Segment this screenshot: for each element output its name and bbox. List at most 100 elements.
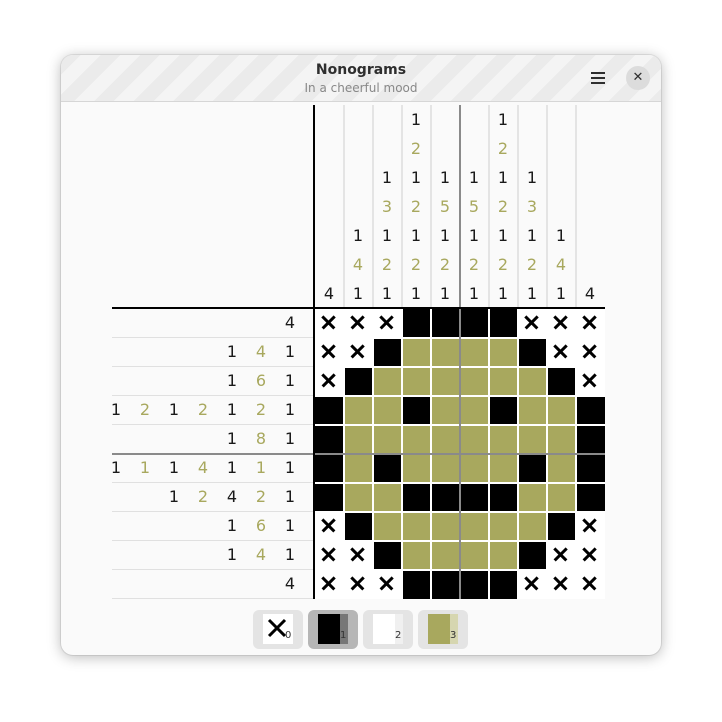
grid-cell[interactable] — [344, 454, 373, 483]
grid-cell[interactable] — [402, 425, 431, 454]
grid-cell[interactable] — [489, 396, 518, 425]
grid-cell[interactable] — [576, 454, 605, 483]
grid-cell[interactable] — [431, 454, 460, 483]
grid-cell[interactable] — [373, 570, 402, 599]
grid-cell[interactable] — [547, 483, 576, 512]
palette-black-button[interactable]: 1 — [308, 610, 358, 649]
grid-cell[interactable] — [315, 367, 344, 396]
grid-cell[interactable] — [344, 483, 373, 512]
grid-cell[interactable] — [489, 512, 518, 541]
grid-cell[interactable] — [547, 367, 576, 396]
grid-cell[interactable] — [431, 425, 460, 454]
grid-cell[interactable] — [460, 367, 489, 396]
grid-cell[interactable] — [344, 541, 373, 570]
grid-cell[interactable] — [315, 512, 344, 541]
grid-cell[interactable] — [518, 483, 547, 512]
grid-cell[interactable] — [315, 309, 344, 338]
grid-cell[interactable] — [402, 338, 431, 367]
grid-cell[interactable] — [373, 367, 402, 396]
grid-cell[interactable] — [315, 454, 344, 483]
grid-cell[interactable] — [489, 367, 518, 396]
grid-cell[interactable] — [315, 396, 344, 425]
grid-cell[interactable] — [402, 396, 431, 425]
grid-cell[interactable] — [460, 541, 489, 570]
grid-cell[interactable] — [460, 570, 489, 599]
grid-cell[interactable] — [431, 541, 460, 570]
grid-cell[interactable] — [431, 570, 460, 599]
grid-cell[interactable] — [315, 483, 344, 512]
grid-cell[interactable] — [547, 454, 576, 483]
grid-cell[interactable] — [373, 512, 402, 541]
grid-cell[interactable] — [518, 454, 547, 483]
palette-olive-button[interactable]: 3 — [418, 610, 468, 649]
grid-cell[interactable] — [402, 483, 431, 512]
grid-cell[interactable] — [547, 541, 576, 570]
grid-cell[interactable] — [431, 309, 460, 338]
close-button[interactable]: ✕ — [626, 66, 650, 90]
grid-cell[interactable] — [460, 512, 489, 541]
grid-cell[interactable] — [402, 454, 431, 483]
grid-cell[interactable] — [576, 541, 605, 570]
grid-cell[interactable] — [518, 512, 547, 541]
grid-cell[interactable] — [344, 570, 373, 599]
grid-cell[interactable] — [344, 338, 373, 367]
grid-cell[interactable] — [460, 483, 489, 512]
grid-cell[interactable] — [373, 541, 402, 570]
grid-cell[interactable] — [518, 396, 547, 425]
main-menu-button[interactable] — [583, 65, 611, 91]
grid-cell[interactable] — [518, 309, 547, 338]
grid-cell[interactable] — [373, 483, 402, 512]
grid-cell[interactable] — [489, 425, 518, 454]
grid-cell[interactable] — [402, 309, 431, 338]
grid-cell[interactable] — [431, 483, 460, 512]
grid-cell[interactable] — [518, 338, 547, 367]
grid-cell[interactable] — [431, 512, 460, 541]
grid-cell[interactable] — [576, 367, 605, 396]
grid-cell[interactable] — [576, 512, 605, 541]
grid-cell[interactable] — [547, 309, 576, 338]
grid-cell[interactable] — [344, 396, 373, 425]
grid-cell[interactable] — [344, 367, 373, 396]
grid-cell[interactable] — [576, 483, 605, 512]
grid-cell[interactable] — [315, 541, 344, 570]
grid-cell[interactable] — [547, 425, 576, 454]
grid-cell[interactable] — [402, 367, 431, 396]
grid-cell[interactable] — [460, 454, 489, 483]
grid-cell[interactable] — [547, 512, 576, 541]
grid-cell[interactable] — [489, 454, 518, 483]
grid-cell[interactable] — [373, 396, 402, 425]
grid-cell[interactable] — [402, 570, 431, 599]
grid-cell[interactable] — [373, 309, 402, 338]
grid-cell[interactable] — [518, 425, 547, 454]
grid-cell[interactable] — [460, 338, 489, 367]
grid-cell[interactable] — [547, 396, 576, 425]
grid-cell[interactable] — [460, 309, 489, 338]
grid-cell[interactable] — [373, 425, 402, 454]
grid-cell[interactable] — [518, 367, 547, 396]
grid-cell[interactable] — [547, 570, 576, 599]
grid-cell[interactable] — [489, 338, 518, 367]
grid-cell[interactable] — [344, 512, 373, 541]
palette-white-button[interactable]: 2 — [363, 610, 413, 649]
grid-cell[interactable] — [489, 309, 518, 338]
grid-cell[interactable] — [373, 338, 402, 367]
grid-cell[interactable] — [460, 396, 489, 425]
grid-cell[interactable] — [344, 309, 373, 338]
grid-cell[interactable] — [315, 425, 344, 454]
grid-cell[interactable] — [547, 338, 576, 367]
grid-cell[interactable] — [315, 570, 344, 599]
grid-cell[interactable] — [431, 367, 460, 396]
grid-cell[interactable] — [518, 541, 547, 570]
grid-cell[interactable] — [460, 425, 489, 454]
grid-cell[interactable] — [489, 541, 518, 570]
grid-cell[interactable] — [489, 570, 518, 599]
grid-cell[interactable] — [431, 396, 460, 425]
grid-cell[interactable] — [402, 512, 431, 541]
grid-cell[interactable] — [518, 570, 547, 599]
grid-cell[interactable] — [576, 425, 605, 454]
grid-cell[interactable] — [402, 541, 431, 570]
palette-cross-button[interactable]: 0 — [253, 610, 303, 649]
grid-cell[interactable] — [576, 309, 605, 338]
grid-cell[interactable] — [489, 483, 518, 512]
grid-cell[interactable] — [344, 425, 373, 454]
